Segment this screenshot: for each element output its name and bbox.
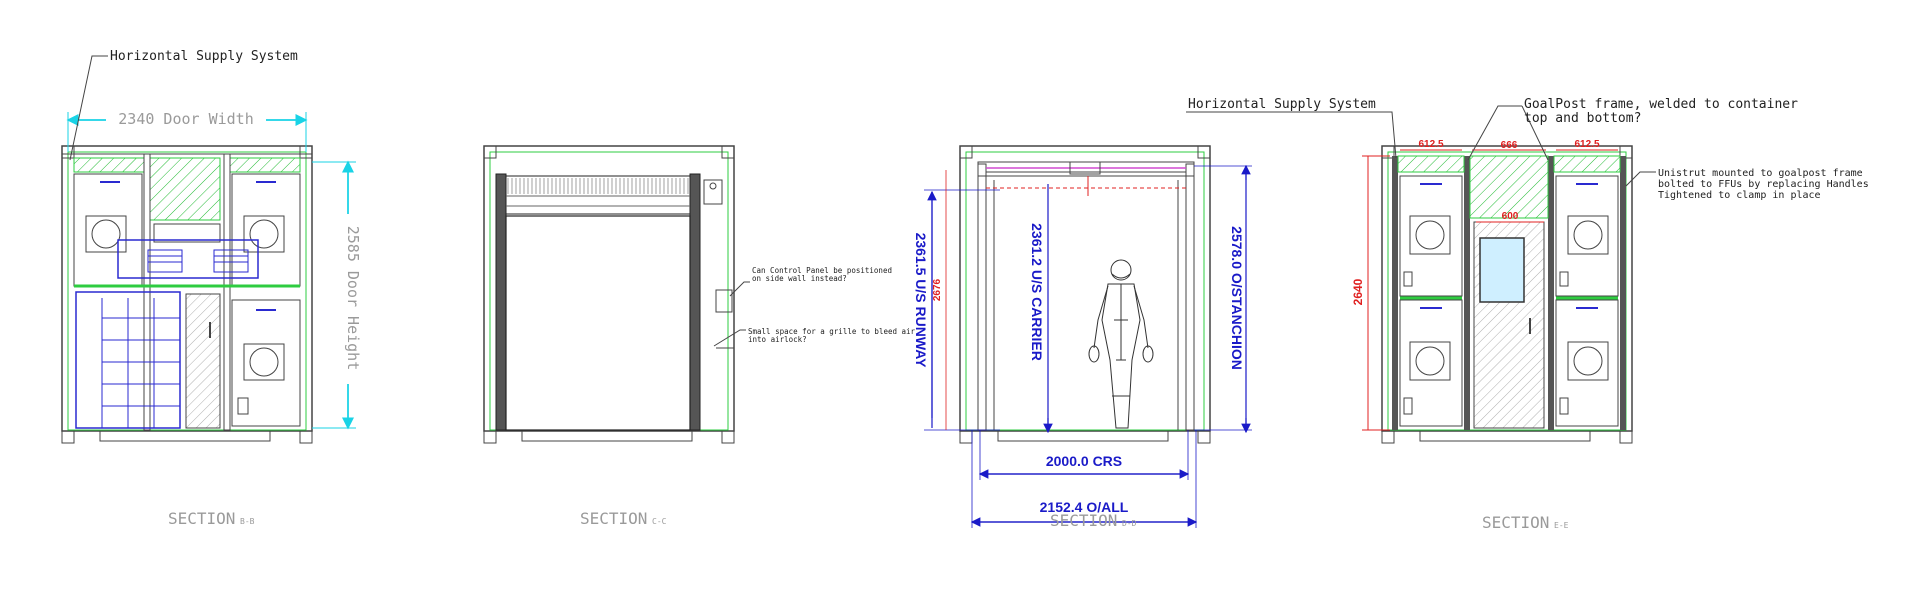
goalpost-note-line2: top and bottom? [1524,111,1641,126]
fan-circle [91,219,121,249]
door-opening [505,215,691,431]
section-c-view: Can Control Panel be positioned on side … [483,145,916,528]
fan-circle [1415,346,1445,376]
hatched-plenum [1469,155,1549,219]
section-e-view: 612.5 666 612.5 600 2640 Horizontal Supp… [1186,97,1869,532]
goalpost-column [1548,156,1554,430]
corner-casting [299,430,313,444]
goalpost-note: GoalPost frame, welded to container [1524,97,1798,112]
container-frame [959,145,1211,432]
section-title-suffix: C-C [652,517,667,526]
unistrut-note: Unistrut mounted to goalpost frame [1658,168,1863,179]
fan-circle [249,219,279,249]
unistrut-note-line3: Tightened to clamp in place [1658,190,1821,201]
door-width-dimension: 600 [1502,211,1519,222]
horizontal-supply-label: Horizontal Supply System [110,49,298,64]
section-title: SECTION [580,509,647,528]
corner-casting [959,430,973,444]
goalpost-column [1392,156,1398,430]
stanchion-label: 2578.0 O/STANCHION [1229,226,1245,370]
runway-label: 2361.5 U/S RUNWAY [913,233,929,369]
section-d-view: 2361.5 U/S RUNWAY 2676 2361.2 U/S CARRIE… [913,145,1252,530]
grille-note-line2: into airlock? [748,335,807,344]
runway-small-dimension: 2676 [932,278,943,301]
horizontal-supply-label: Horizontal Supply System [1188,97,1376,112]
ffu-cabinet [231,173,301,287]
door-width-label: 2340 Door Width [118,110,253,128]
corner-casting [1619,430,1633,444]
ffu-cabinet [1399,175,1463,297]
section-title-suffix: E-E [1554,521,1569,530]
section-title-suffix: B-B [240,517,255,526]
stanchion [977,163,987,431]
overall-label: 2152.4 O/ALL [1040,499,1129,515]
section-title: SECTION [168,509,235,528]
ffu-width-right: 612.5 [1574,139,1599,150]
ffu-cabinet [73,173,143,287]
door-leaf [185,293,221,429]
cad-drawing-sheet: 2340 Door Width 2585 Door Height Horizon… [61,49,1869,532]
door-rail [495,173,507,431]
door-height-label: 2585 Door Height [344,226,362,371]
ffu-cabinet [231,299,301,427]
corner-casting [1197,430,1211,444]
section-b-view: 2340 Door Width 2585 Door Height Horizon… [61,49,362,528]
fan-circle [1573,346,1603,376]
door-rail [689,173,701,431]
human-figure [1088,259,1154,429]
section-title-suffix: D-D [1122,519,1137,528]
corner-casting [61,430,75,444]
control-panel-note-line2: on side wall instead? [752,274,847,283]
stanchion [1185,163,1195,431]
goalpost-column [1620,156,1626,430]
ffu-cabinet [1555,175,1619,297]
unistrut-note-line2: bolted to FFUs by replacing Handles [1658,179,1869,190]
fan-circle [1415,220,1445,250]
height-dimension: 2640 [1351,278,1365,305]
ffu-cabinet [1399,299,1463,427]
corner-casting [483,430,497,444]
carrier-label: 2361.2 U/S CARRIER [1029,223,1045,361]
control-panel [703,179,723,205]
leader-line [69,55,108,161]
wall-control-panel [715,289,733,313]
crs-label: 2000.0 CRS [1046,453,1122,469]
fan-circle [249,347,279,377]
fan-circle [1573,220,1603,250]
ffu-width-left: 612.5 [1418,139,1443,150]
roller-door-box [505,175,691,215]
corner-casting [721,430,735,444]
goalpost-width: 666 [1501,140,1518,151]
corner-casting [1381,430,1395,444]
goalpost-column [1464,156,1470,430]
section-title: SECTION [1482,513,1549,532]
door-window [1479,237,1525,303]
hatched-plenum [149,157,221,221]
ffu-cabinet [1555,299,1619,427]
